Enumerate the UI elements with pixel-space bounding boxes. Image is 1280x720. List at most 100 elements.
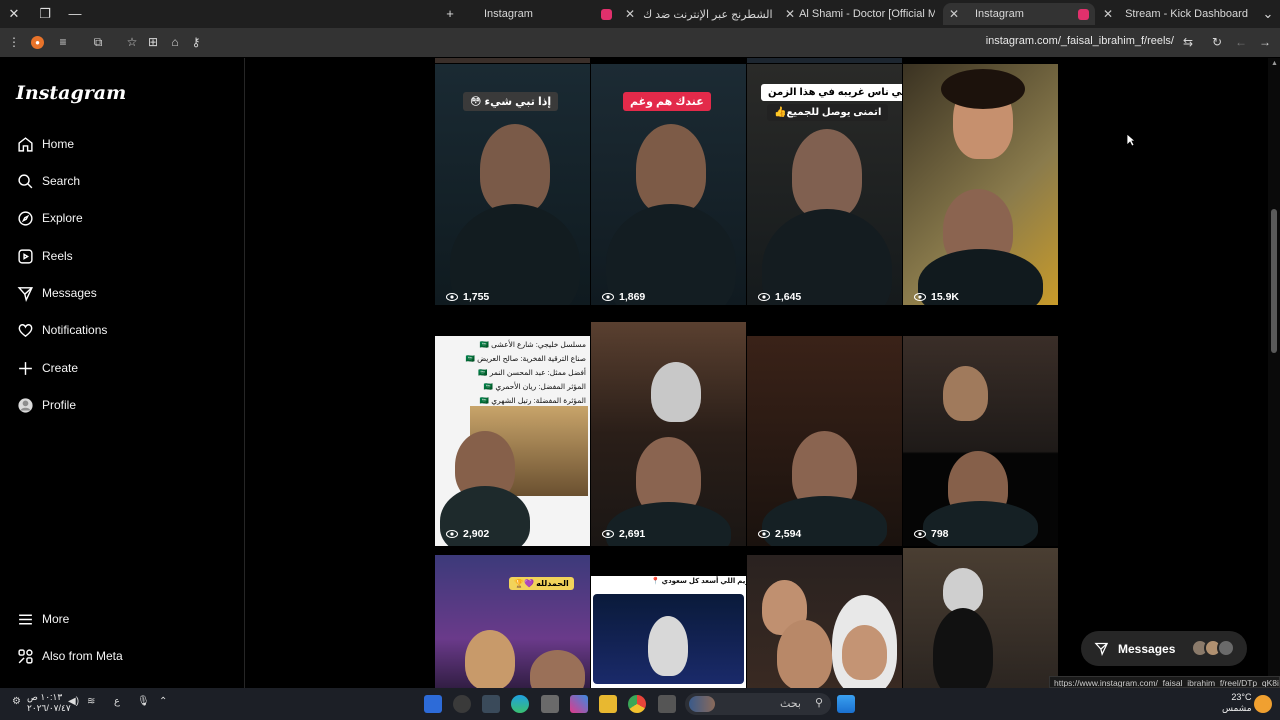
nav-search[interactable]: Search bbox=[16, 169, 80, 193]
menu-icon bbox=[16, 610, 34, 628]
instagram-sidebar: Instagram Home Search Explore Reels Mess… bbox=[0, 58, 245, 688]
weather-sun-icon[interactable] bbox=[1254, 695, 1272, 713]
nav-profile[interactable]: Profile bbox=[16, 393, 76, 417]
volume-icon[interactable]: ◀) bbox=[68, 696, 79, 707]
app-icon[interactable] bbox=[541, 695, 559, 713]
messages-drawer-button[interactable]: Messages bbox=[1081, 631, 1247, 666]
tab-instagram-1[interactable]: Instagram bbox=[468, 3, 618, 25]
reel-tile[interactable]: 2,594 bbox=[747, 336, 902, 546]
reel-caption: في ناس غريبه في هذا الزمن bbox=[761, 84, 902, 101]
nav-notifications[interactable]: Notifications bbox=[16, 318, 107, 342]
reel-tile[interactable] bbox=[747, 555, 902, 688]
person-face bbox=[777, 620, 832, 688]
nav-messages[interactable]: Messages bbox=[16, 281, 97, 305]
start-windows-icon[interactable] bbox=[837, 695, 855, 713]
tab-search-icon[interactable]: ⌄ bbox=[1259, 5, 1277, 23]
instagram-favicon-icon bbox=[1078, 8, 1089, 20]
language-indicator[interactable]: ع bbox=[114, 696, 120, 707]
forward-icon[interactable]: ← bbox=[1233, 34, 1249, 50]
link-status-url: https://www.instagram.com/_faisal_ibrahi… bbox=[1049, 676, 1280, 688]
person-body bbox=[606, 204, 736, 305]
scrollbar-thumb[interactable] bbox=[1271, 209, 1277, 353]
reading-list-icon[interactable]: ≡ bbox=[55, 34, 71, 50]
notepad-app-icon[interactable] bbox=[424, 695, 442, 713]
search-icon: ⚲ bbox=[814, 697, 823, 709]
nav-explore[interactable]: Explore bbox=[16, 206, 83, 230]
settings-tray-icon[interactable]: ⚙ bbox=[12, 696, 21, 707]
edge-app-icon[interactable] bbox=[511, 695, 529, 713]
cast-icon[interactable]: ⌂ bbox=[167, 34, 183, 50]
close-window-icon[interactable]: ✕ bbox=[5, 5, 23, 23]
nav-also-from-meta[interactable]: Also from Meta bbox=[16, 644, 123, 668]
tab-close-icon[interactable]: ✕ bbox=[625, 7, 635, 21]
reel-tile[interactable] bbox=[747, 58, 902, 63]
view-count: 798 bbox=[914, 528, 949, 540]
wifi-icon[interactable]: ≋ bbox=[87, 696, 95, 707]
file-explorer-icon[interactable] bbox=[599, 695, 617, 713]
scroll-up-icon[interactable]: ▲ bbox=[1271, 60, 1278, 67]
view-count: 2,902 bbox=[446, 528, 489, 540]
browser-menu-icon[interactable]: ⋮ bbox=[6, 34, 22, 50]
tab-instagram-active[interactable]: ✕ Instagram bbox=[943, 3, 1095, 25]
tab-close-icon[interactable]: ✕ bbox=[785, 7, 795, 21]
show-hidden-icons[interactable]: ⌃ bbox=[159, 696, 167, 707]
reel-tile[interactable] bbox=[903, 548, 1058, 688]
tab-youtube[interactable]: ✕ Al Shami - Doctor [Official Mus bbox=[785, 3, 935, 25]
tab-title: Instagram bbox=[975, 8, 1024, 20]
plus-icon bbox=[16, 359, 34, 377]
reel-tile[interactable]: مسلسل خليجي: شارع الأعشى 🇸🇦 صناع الترقية… bbox=[435, 336, 590, 546]
tab-close-icon[interactable]: ✕ bbox=[947, 7, 961, 21]
nav-create[interactable]: Create bbox=[16, 356, 78, 380]
store-app-icon[interactable] bbox=[482, 695, 500, 713]
extensions-icon[interactable]: ⧉ bbox=[90, 34, 106, 50]
reel-tile[interactable]: 798 bbox=[903, 336, 1058, 546]
tab-title: Al Shami - Doctor [Official Mus bbox=[799, 8, 935, 20]
reel-tile[interactable]: 2,691 bbox=[591, 322, 746, 546]
messages-icon bbox=[16, 284, 34, 302]
reel-tile[interactable]: التكريم اللي أسعد كل سعودي 📍 bbox=[591, 576, 746, 688]
system-clock[interactable]: ١٠:١٣ ص ٢٠٢٦/٠٧/٤٧ bbox=[27, 692, 71, 714]
nav-reels[interactable]: Reels bbox=[16, 244, 73, 268]
reel-tile[interactable] bbox=[435, 58, 590, 63]
view-count: 15.9K bbox=[914, 291, 959, 303]
page-scrollbar[interactable]: ▲ bbox=[1268, 58, 1280, 688]
translate-icon[interactable]: ⊞ bbox=[145, 34, 161, 50]
tab-kick[interactable]: ✕ Stream - Kick Dashboard bbox=[1103, 3, 1253, 25]
view-count: 1,645 bbox=[758, 291, 801, 303]
taskbar-search-input[interactable]: بحث ⚲ bbox=[685, 693, 831, 715]
reel-tile[interactable]: عندك هم وغم 1,869 bbox=[591, 64, 746, 305]
back-icon[interactable]: → bbox=[1257, 34, 1273, 50]
address-bar-url[interactable]: instagram.com/_faisal_ibrahim_f/reels/ bbox=[986, 35, 1174, 47]
reel-tile[interactable]: الحمدلله 💜🏆 bbox=[435, 555, 590, 688]
reload-icon[interactable]: ↻ bbox=[1209, 34, 1225, 50]
chrome-app-icon[interactable] bbox=[628, 695, 646, 713]
eye-icon bbox=[602, 530, 614, 538]
instagram-favicon-icon bbox=[601, 8, 612, 20]
weather-widget[interactable]: 23°C مشمس bbox=[1222, 692, 1252, 714]
tab-close-icon[interactable]: ✕ bbox=[1103, 7, 1113, 21]
reel-tile[interactable]: في ناس غريبه في هذا الزمن اتمنى يوصل للج… bbox=[747, 64, 902, 305]
nav-label: More bbox=[42, 612, 70, 626]
avatar bbox=[1217, 639, 1235, 657]
site-settings-icon[interactable]: ⇆ bbox=[1180, 34, 1196, 50]
task-view-icon[interactable] bbox=[658, 695, 676, 713]
password-key-icon[interactable]: ⚷ bbox=[188, 34, 204, 50]
instagram-logo[interactable]: Instagram bbox=[16, 82, 126, 104]
reel-tile[interactable]: 15.9K bbox=[903, 64, 1058, 305]
microphone-icon[interactable]: 🎙 bbox=[137, 696, 150, 707]
home-icon bbox=[16, 135, 34, 153]
meta-icon bbox=[16, 647, 34, 665]
nav-more[interactable]: More bbox=[16, 607, 69, 631]
reel-tile[interactable]: إذا تبي شيء 😳 1,755 bbox=[435, 64, 590, 305]
restore-window-icon[interactable]: ❐ bbox=[36, 5, 54, 23]
nav-home[interactable]: Home bbox=[16, 132, 74, 156]
obs-app-icon[interactable] bbox=[453, 695, 471, 713]
minimize-window-icon[interactable]: — bbox=[66, 5, 84, 23]
person-face bbox=[530, 650, 585, 688]
copilot-app-icon[interactable] bbox=[570, 695, 588, 713]
profile-avatar-icon[interactable]: ● bbox=[31, 36, 44, 49]
new-tab-icon[interactable]: + bbox=[441, 5, 459, 23]
messages-icon bbox=[1094, 642, 1109, 656]
tab-chess[interactable]: ✕ إلعب الشطرنج عبر الإنترنت ضد ك bbox=[625, 3, 775, 25]
bookmark-star-icon[interactable]: ☆ bbox=[124, 34, 140, 50]
